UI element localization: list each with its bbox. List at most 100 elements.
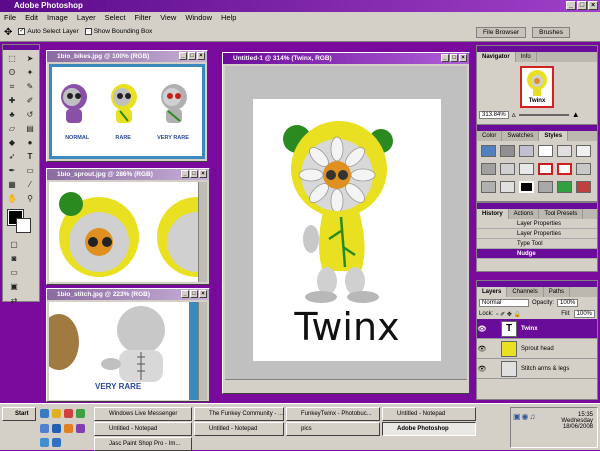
style-swatch[interactable] bbox=[519, 163, 534, 175]
zoom-slider[interactable] bbox=[518, 113, 569, 116]
vertical-scrollbar[interactable] bbox=[198, 182, 207, 282]
taskbar-item[interactable]: Jasc Paint Shop Pro - Im... bbox=[94, 437, 192, 451]
auto-select-checkbox[interactable]: ✓ Auto Select Layer bbox=[18, 28, 79, 36]
style-swatch[interactable] bbox=[500, 181, 515, 193]
style-swatch[interactable] bbox=[538, 163, 553, 175]
tab-paths[interactable]: Paths bbox=[544, 287, 571, 297]
quicklaunch-icon[interactable] bbox=[52, 438, 61, 447]
minimize-button[interactable]: _ bbox=[181, 170, 189, 178]
style-swatch[interactable] bbox=[576, 145, 591, 157]
stamp-tool-icon[interactable]: ♣ bbox=[5, 109, 19, 121]
doc-window-stitch[interactable]: 1bio_stitch.jpg @ 223% (RGB) _ □ × VERY RA… bbox=[46, 288, 210, 402]
type-tool-icon[interactable]: T bbox=[23, 151, 37, 163]
tab-history[interactable]: History bbox=[477, 209, 509, 219]
quicklaunch-icon[interactable] bbox=[52, 409, 61, 418]
style-swatch[interactable] bbox=[481, 163, 496, 175]
notes-tool-icon[interactable]: ▦ bbox=[5, 179, 19, 191]
minimize-button[interactable]: _ bbox=[441, 54, 449, 62]
taskbar-item[interactable]: pics bbox=[286, 422, 380, 436]
doc-title-stitch[interactable]: 1bio_stitch.jpg @ 223% (RGB) _ □ × bbox=[47, 289, 209, 300]
opacity-field[interactable]: 100% bbox=[557, 299, 579, 307]
magic-wand-icon[interactable]: ✦ bbox=[23, 67, 37, 79]
style-swatch[interactable] bbox=[576, 163, 591, 175]
tray-icons[interactable]: ▣◉♫ bbox=[513, 412, 537, 421]
history-item-active[interactable]: Nudge bbox=[477, 249, 597, 259]
close-button[interactable]: × bbox=[197, 52, 205, 60]
close-button[interactable]: × bbox=[588, 1, 598, 10]
style-swatch[interactable] bbox=[538, 181, 553, 193]
style-swatch[interactable] bbox=[500, 145, 515, 157]
tab-swatches[interactable]: Swatches bbox=[502, 131, 540, 141]
doc-window-bikes[interactable]: 1bio_bikes.jpg @ 100% (RGB) _ □ × NORMAL R… bbox=[46, 50, 208, 162]
tab-info[interactable]: Info bbox=[516, 52, 537, 62]
style-swatch[interactable] bbox=[557, 163, 572, 175]
quicklaunch-icon[interactable] bbox=[40, 409, 49, 418]
minimize-button[interactable]: _ bbox=[181, 290, 189, 298]
style-swatch[interactable] bbox=[481, 145, 496, 157]
taskbar-item[interactable]: Windows Live Messenger bbox=[94, 407, 192, 421]
quick-mask-icon[interactable]: ◙ bbox=[7, 253, 21, 265]
slice-tool-icon[interactable]: ✎ bbox=[23, 81, 37, 93]
layer-row-active[interactable]: 👁 T Twinx bbox=[477, 319, 597, 339]
navigator-thumbnail[interactable]: Twinx bbox=[520, 66, 554, 108]
style-swatch[interactable] bbox=[481, 181, 496, 193]
brushes-tab[interactable]: Brushes bbox=[532, 26, 570, 38]
eye-icon[interactable]: 👁 bbox=[477, 345, 487, 353]
zoom-out-icon[interactable]: ▵ bbox=[512, 110, 516, 119]
marquee-tool-icon[interactable]: ⬚ bbox=[5, 53, 19, 65]
taskbar-item[interactable]: Untitled - Notepad bbox=[194, 422, 284, 436]
tab-navigator[interactable]: Navigator bbox=[477, 52, 516, 62]
menu-window[interactable]: Window bbox=[185, 12, 212, 23]
menu-help[interactable]: Help bbox=[221, 12, 236, 23]
maximize-button[interactable]: □ bbox=[190, 170, 198, 178]
blur-tool-icon[interactable]: ◆ bbox=[5, 137, 19, 149]
menu-select[interactable]: Select bbox=[105, 12, 126, 23]
healing-brush-icon[interactable]: ✚ bbox=[5, 95, 19, 107]
menu-filter[interactable]: Filter bbox=[135, 12, 152, 23]
bounding-box-checkbox[interactable]: Show Bounding Box bbox=[84, 28, 152, 36]
layer-row[interactable]: 👁 Stitch arms & legs bbox=[477, 359, 597, 379]
menu-layer[interactable]: Layer bbox=[77, 12, 96, 23]
taskbar-item[interactable]: Untitled - Notepad bbox=[382, 407, 476, 421]
doc-title-bikes[interactable]: 1bio_bikes.jpg @ 100% (RGB) _ □ × bbox=[47, 51, 207, 62]
lasso-tool-icon[interactable]: ʘ bbox=[5, 67, 19, 79]
start-button[interactable]: Start bbox=[2, 407, 36, 421]
history-item[interactable]: Layer Properties bbox=[477, 219, 597, 229]
zoom-tool-icon[interactable]: ⚲ bbox=[23, 193, 37, 205]
tab-color[interactable]: Color bbox=[477, 131, 503, 141]
eye-icon[interactable]: 👁 bbox=[477, 325, 487, 333]
eye-icon[interactable]: 👁 bbox=[477, 365, 487, 373]
history-item[interactable]: Type Tool bbox=[477, 239, 597, 249]
maximize-button[interactable]: □ bbox=[188, 52, 196, 60]
style-swatch[interactable] bbox=[519, 145, 534, 157]
minimize-button[interactable]: _ bbox=[566, 1, 576, 10]
quicklaunch-icon[interactable] bbox=[64, 424, 73, 433]
maximize-button[interactable]: □ bbox=[577, 1, 587, 10]
style-swatch[interactable] bbox=[557, 145, 572, 157]
style-swatch[interactable] bbox=[557, 181, 572, 193]
quicklaunch-icon[interactable] bbox=[40, 424, 49, 433]
layer-row[interactable]: 👁 Sprout head bbox=[477, 339, 597, 359]
doc-title-main[interactable]: Untitled-1 @ 314% (Twinx, RGB) _ □ × bbox=[223, 53, 469, 64]
background-color-swatch[interactable] bbox=[16, 218, 31, 233]
tab-channels[interactable]: Channels bbox=[507, 287, 544, 297]
taskbar-item[interactable]: The Funkey Community - ... bbox=[194, 407, 284, 421]
quicklaunch-icon[interactable] bbox=[76, 424, 85, 433]
minimize-button[interactable]: _ bbox=[179, 52, 187, 60]
quicklaunch-icon[interactable] bbox=[64, 409, 73, 418]
dodge-tool-icon[interactable]: ● bbox=[23, 137, 37, 149]
style-swatch[interactable] bbox=[500, 163, 515, 175]
doc-window-main[interactable]: Untitled-1 @ 314% (Twinx, RGB) _ □ × Twi… bbox=[222, 52, 470, 394]
gradient-tool-icon[interactable]: ▤ bbox=[23, 123, 37, 135]
lock-icons[interactable]: ▫ ✐ ✥ 🔒 bbox=[496, 311, 521, 318]
close-button[interactable]: × bbox=[199, 290, 207, 298]
doc-window-sprout[interactable]: 1bio_sprout.jpg @ 286% (RGB) _ □ × bbox=[46, 168, 210, 285]
taskbar-item[interactable]: FunkeyTwinx - Photobuc... bbox=[286, 407, 380, 421]
tab-styles[interactable]: Styles bbox=[539, 131, 569, 141]
maximize-button[interactable]: □ bbox=[190, 290, 198, 298]
crop-tool-icon[interactable]: ⌗ bbox=[5, 81, 19, 93]
navigator-zoom-field[interactable]: 313.84% bbox=[479, 110, 509, 119]
move-tool-icon[interactable]: ✥ bbox=[4, 27, 12, 38]
fill-field[interactable]: 100% bbox=[573, 310, 595, 318]
standard-mode-icon[interactable]: ▢ bbox=[7, 239, 21, 251]
